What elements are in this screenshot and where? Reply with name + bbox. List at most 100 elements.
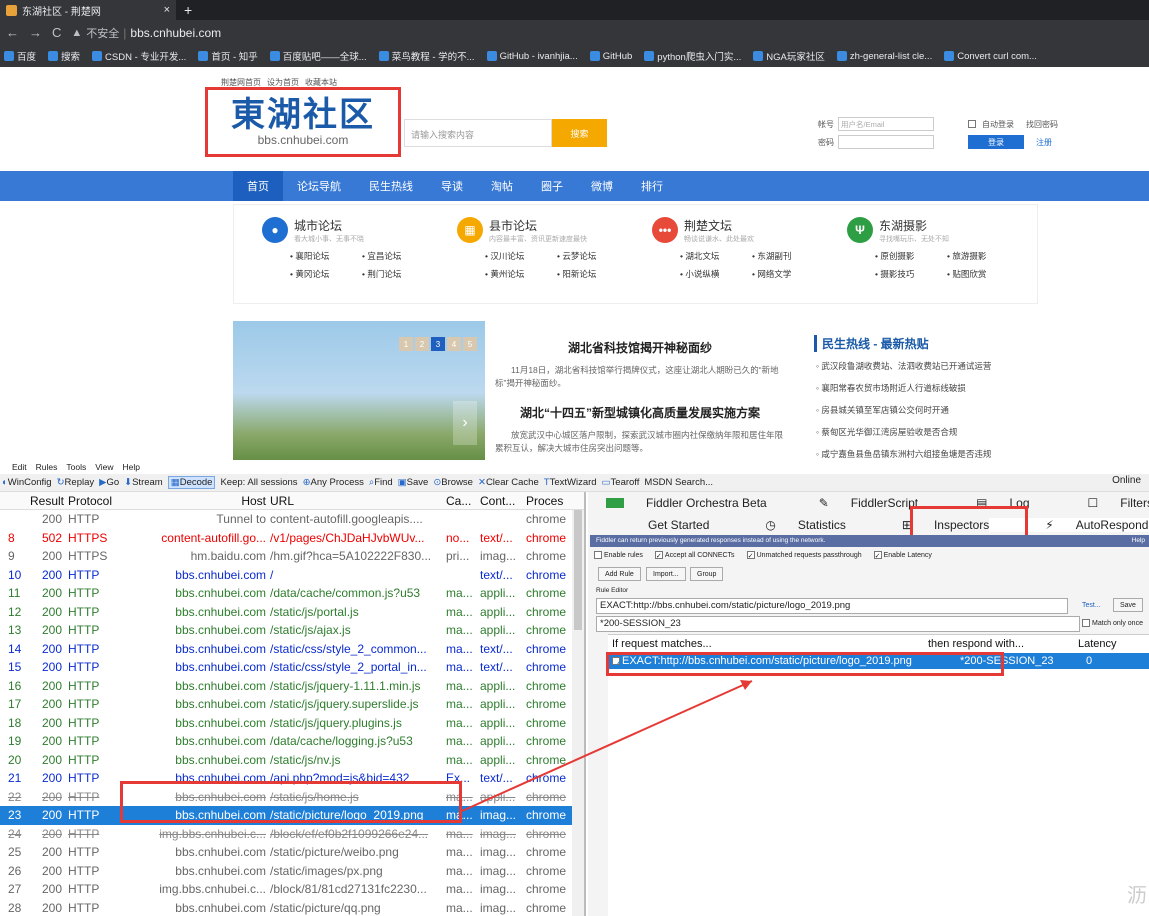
passthrough-option[interactable]: ✓ Unmatched requests passthrough xyxy=(746,551,862,560)
col-content-type[interactable]: Cont... xyxy=(476,494,526,508)
hot-post-item[interactable]: ◦ 房县城关镇至军店镇公交何时开通 xyxy=(816,404,1038,426)
forum-link[interactable]: • 襄阳论坛 xyxy=(290,250,362,262)
response-input[interactable]: *200-SESSION_23 xyxy=(596,616,1080,632)
menu-item[interactable]: View xyxy=(95,462,113,472)
forum-link[interactable]: • 荆门论坛 xyxy=(362,268,434,280)
col-latency[interactable]: Latency xyxy=(1078,638,1117,650)
nav-item[interactable]: 圈子 xyxy=(527,171,577,201)
match-only-once-checkbox[interactable] xyxy=(1082,619,1090,627)
tab-close-icon[interactable]: × xyxy=(164,4,170,16)
password-input[interactable] xyxy=(838,135,934,149)
toolbar-config-button[interactable]: ◐WinConfig xyxy=(2,477,52,488)
latency-option[interactable]: ✓ Enable Latency xyxy=(873,551,932,560)
bookmark-item[interactable]: python爬虫入门实... xyxy=(644,49,741,63)
bookmark-item[interactable]: NGA玩家社区 xyxy=(753,49,825,63)
session-row[interactable]: 13 200 HTTP bbs.cnhubei.com/static/js/ajax.… xyxy=(0,621,584,640)
session-row[interactable]: 9 200 HTTPS hm.baidu.com/hm.gif?hca=5A10222… xyxy=(0,547,584,566)
slider-dot[interactable]: 1 xyxy=(399,337,413,351)
toolbar-replay-button[interactable]: ↻Replay xyxy=(57,477,95,488)
forum-link[interactable]: • 黄冈论坛 xyxy=(290,268,362,280)
reload-icon[interactable]: C xyxy=(52,25,61,40)
match-input[interactable]: EXACT:http://bbs.cnhubei.com/static/pict… xyxy=(596,598,1068,614)
bookmark-item[interactable]: 菜鸟教程 - 学的不... xyxy=(378,49,475,63)
tab-script[interactable]: ✎ FiddlerScript xyxy=(767,496,918,510)
session-row[interactable]: 14 200 HTTP bbs.cnhubei.com/static/css/styl… xyxy=(0,640,584,659)
slider-dot[interactable]: 2 xyxy=(415,337,429,351)
nav-item[interactable]: 排行 xyxy=(627,171,677,201)
session-row[interactable]: 8 502 HTTPS content-autofill.go... /v1/pages… xyxy=(0,529,584,548)
nav-item[interactable]: 淘帖 xyxy=(477,171,527,201)
hot-post-item[interactable]: ◦ 蔡甸区光华御江湾房屋验收是否合规 xyxy=(816,426,1038,448)
bookmark-item[interactable]: GitHub xyxy=(589,51,632,62)
tab-orchestra[interactable]: Fiddler Orchestra Beta xyxy=(588,496,767,510)
back-arrow-icon[interactable]: ← xyxy=(6,25,19,40)
forum-link[interactable]: • 旅游摄影 xyxy=(947,250,1019,262)
url-field[interactable]: ▲ 不安全 | bbs.cnhubei.com xyxy=(71,25,221,41)
col-url[interactable]: URL xyxy=(266,494,446,508)
session-row[interactable]: 11 200 HTTP bbs.cnhubei.com/data/cache/comm… xyxy=(0,584,584,603)
add-rule-button[interactable]: Add Rule xyxy=(598,567,641,581)
toolbar-keep-button[interactable]: Keep: All sessions xyxy=(220,477,297,488)
nav-item[interactable]: 首页 xyxy=(233,171,283,201)
login-button[interactable]: 登录 xyxy=(968,135,1024,149)
toolbar-msdn-search-button[interactable]: MSDN Search... xyxy=(644,477,713,488)
col-if-request-matches[interactable]: If request matches... xyxy=(608,638,928,650)
bookmark-item[interactable]: Convert curl com... xyxy=(944,51,1037,62)
hot-post-item[interactable]: ◦ 武汉段鲁湖收费站、法泗收费站已开通试运营 xyxy=(816,360,1038,382)
tab-filters[interactable]: ☐ Filters xyxy=(1030,496,1149,510)
scrollbar-thumb[interactable] xyxy=(574,510,582,630)
toolbar-browse-button[interactable]: ⊙Browse xyxy=(433,477,473,488)
save-rule-button[interactable]: Save xyxy=(1113,598,1143,612)
session-row[interactable]: 15 200 HTTP bbs.cnhubei.com/static/css/styl… xyxy=(0,658,584,677)
site-logo[interactable]: 東湖社区 bbs.cnhubei.com xyxy=(205,87,401,157)
session-row[interactable]: 27 200 HTTP img.bbs.cnhubei.c... /block/81/8… xyxy=(0,880,584,899)
slider-dot[interactable]: 4 xyxy=(447,337,461,351)
col-process[interactable]: Proces xyxy=(526,494,576,508)
session-row[interactable]: 19 200 HTTP bbs.cnhubei.com/data/cache/logg… xyxy=(0,732,584,751)
tab-get-started[interactable]: Get Started xyxy=(588,518,709,532)
session-row[interactable]: 18 200 HTTP bbs.cnhubei.com/static/js/jquer… xyxy=(0,714,584,733)
bookmark-item[interactable]: 百度 xyxy=(4,49,36,63)
forum-link[interactable]: • 网络文学 xyxy=(752,268,824,280)
session-row[interactable]: 16 200 HTTP bbs.cnhubei.com/static/js/jquer… xyxy=(0,677,584,696)
col-result[interactable]: Result xyxy=(30,494,68,508)
bookmark-item[interactable]: GitHub - ivanhjia... xyxy=(486,51,578,62)
new-tab-button[interactable]: + xyxy=(176,0,200,20)
accept-connects-checkbox[interactable]: ✓ xyxy=(654,551,663,560)
session-row[interactable]: 200 HTTP Tunnel to content-autofill.googlea… xyxy=(0,510,584,529)
forum-link[interactable]: • 小说纵横 xyxy=(680,268,752,280)
menu-item[interactable]: Help xyxy=(123,462,140,472)
toolbar-textwizard-button[interactable]: TTextWizard xyxy=(544,477,597,488)
test-link[interactable]: Test... xyxy=(1082,602,1101,609)
toolbar-find-button[interactable]: ⌕Find xyxy=(369,477,393,488)
auto-login-checkbox[interactable] xyxy=(968,120,976,128)
forum-title[interactable]: 荆楚文坛 xyxy=(684,217,754,234)
toolbar-decode-button[interactable]: ▦Decode xyxy=(167,476,216,489)
hot-post-item[interactable]: ◦ 襄阳常春农贸市场附近人行道标线破损 xyxy=(816,382,1038,404)
col-caching[interactable]: Ca... xyxy=(446,494,476,508)
col-protocol[interactable]: Protocol xyxy=(68,494,138,508)
passthrough-checkbox[interactable]: ✓ xyxy=(746,551,755,560)
forum-title[interactable]: 城市论坛 xyxy=(294,217,364,234)
account-input[interactable]: 用户名/Email xyxy=(838,117,934,131)
session-row[interactable]: 26 200 HTTP bbs.cnhubei.com/static/images/p… xyxy=(0,862,584,881)
bookmark-item[interactable]: 搜索 xyxy=(48,49,80,63)
toolbar-clear-cache-button[interactable]: ✕Clear Cache xyxy=(478,477,539,488)
session-row[interactable]: 12 200 HTTP bbs.cnhubei.com/static/js/porta… xyxy=(0,603,584,622)
news-title[interactable]: 湖北“十四五”新型城镇化高质量发展实施方案 xyxy=(495,404,785,421)
session-row[interactable]: 17 200 HTTP bbs.cnhubei.com/static/js/jquer… xyxy=(0,695,584,714)
nav-item[interactable]: 导读 xyxy=(427,171,477,201)
forward-arrow-icon[interactable]: → xyxy=(29,25,42,40)
toolbar-process-button[interactable]: ⊕Any Process xyxy=(303,477,364,488)
forum-title[interactable]: 东湖摄影 xyxy=(879,217,949,234)
import-button[interactable]: Import... xyxy=(646,567,686,581)
match-only-once-option[interactable]: Match only once xyxy=(1082,619,1143,627)
bookmark-item[interactable]: 首页 - 知乎 xyxy=(198,49,258,63)
bookmark-item[interactable]: zh-general-list cle... xyxy=(836,51,932,62)
menu-item[interactable]: Edit xyxy=(12,462,27,472)
help-link[interactable]: Help xyxy=(1132,535,1145,547)
tab-statistics[interactable]: ◷ Statistics xyxy=(709,518,846,532)
nav-item[interactable]: 民生热线 xyxy=(355,171,427,201)
forum-link[interactable]: • 黄州论坛 xyxy=(485,268,557,280)
forum-link[interactable]: • 原创摄影 xyxy=(875,250,947,262)
